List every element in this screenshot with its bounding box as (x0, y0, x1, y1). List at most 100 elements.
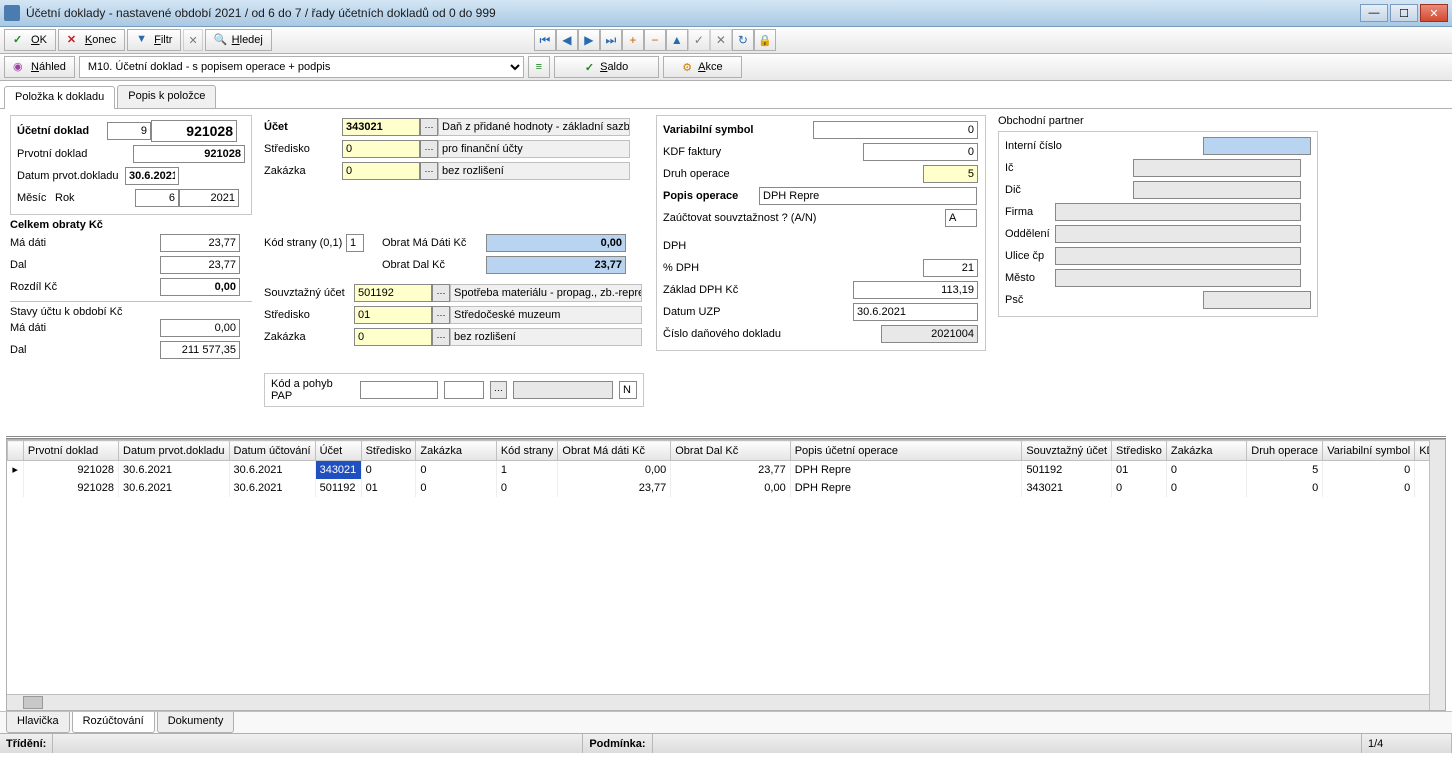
tab-polozka[interactable]: Položka k dokladu (4, 86, 115, 109)
grid-header[interactable]: Středisko (361, 441, 416, 461)
titlebar: Účetní doklady - nastavené období 2021 /… (0, 0, 1452, 27)
obrat-dal-input[interactable] (486, 256, 626, 274)
minimize-button[interactable]: — (1360, 4, 1388, 22)
kodpap-desc (513, 381, 613, 399)
grid-header[interactable]: Obrat Dal Kč (671, 441, 790, 461)
interni-input[interactable] (1203, 137, 1311, 155)
ucet-stred-label: Středisko (264, 143, 342, 155)
datum-prvot-input[interactable] (125, 167, 179, 185)
nav-lock-button[interactable]: 🔒 (754, 29, 776, 51)
status-podminka-val (653, 734, 1362, 753)
souv-ucet-input[interactable] (354, 284, 432, 302)
grid-header[interactable]: Druh operace (1247, 441, 1323, 461)
nav-next-button[interactable]: ▶ (578, 29, 600, 51)
grid-header[interactable]: Popis účetní operace (790, 441, 1022, 461)
grid-header[interactable]: Obrat Má dáti Kč (558, 441, 671, 461)
nav-confirm-button[interactable]: ✓ (688, 29, 710, 51)
filter-clear-button[interactable]: ✕ (183, 29, 202, 51)
nav-first-button[interactable]: ⏮ (534, 29, 556, 51)
ucet-lookup[interactable]: ⋯ (420, 118, 438, 136)
odd-label: Oddělení (1005, 228, 1055, 240)
btab-hlavicka[interactable]: Hlavička (6, 712, 70, 733)
data-grid[interactable]: Prvotní dokladDatum prvot.dokladuDatum ú… (7, 440, 1445, 497)
souv-stred-input[interactable] (354, 306, 432, 324)
souv-ucet-lookup[interactable]: ⋯ (432, 284, 450, 302)
popis-input[interactable] (759, 187, 977, 205)
grid-header[interactable]: Zakázka (416, 441, 496, 461)
table-row[interactable]: 92102830.6.202130.6.2021501192010023,770… (8, 479, 1445, 497)
table-row[interactable]: ▸92102830.6.202130.6.20213430210010,0023… (8, 461, 1445, 479)
zaklad-input[interactable] (853, 281, 978, 299)
btab-rozuct[interactable]: Rozúčtování (72, 712, 155, 733)
akce-button[interactable]: ⚙Akce (663, 56, 741, 78)
souv-zak-input[interactable] (354, 328, 432, 346)
nav-del-button[interactable]: − (644, 29, 666, 51)
mesic-label: Měsíc (17, 192, 55, 204)
hledej-button[interactable]: 🔍Hledej (205, 29, 272, 51)
nav-cancel-button[interactable]: ✕ (710, 29, 732, 51)
prvotni-doklad-input[interactable] (133, 145, 245, 163)
grid-hscroll[interactable] (7, 694, 1429, 710)
datum-prvot-label: Datum prvot.dokladu (17, 170, 125, 182)
nav-last-button[interactable]: ⏭ (600, 29, 622, 51)
ucet-input[interactable] (342, 118, 420, 136)
close-button[interactable]: ✕ (1420, 4, 1448, 22)
nav-add-button[interactable]: + (622, 29, 644, 51)
maximize-button[interactable]: ☐ (1390, 4, 1418, 22)
konec-button[interactable]: ✕Konec (58, 29, 125, 51)
nav-prev-button[interactable]: ◀ (556, 29, 578, 51)
madati-label: Má dáti (10, 237, 160, 249)
ucet-stred-lookup[interactable]: ⋯ (420, 140, 438, 158)
mesic-input[interactable] (135, 189, 179, 207)
kdf-input[interactable] (863, 143, 978, 161)
kodstrany-input[interactable] (346, 234, 364, 252)
obraty-rozdil (160, 278, 240, 296)
grid-vscroll[interactable] (1429, 440, 1445, 710)
nav-up-button[interactable]: ▲ (666, 29, 688, 51)
tab-popis[interactable]: Popis k položce (117, 85, 216, 108)
check-icon: ✓ (585, 61, 594, 74)
template-select[interactable]: M10. Účetní doklad - s popisem operace +… (79, 56, 524, 78)
grid-header[interactable]: Variabilní symbol (1323, 441, 1415, 461)
nahled-button[interactable]: ◉Náhled (4, 56, 75, 78)
grid-header[interactable]: Datum prvot.dokladu (119, 441, 230, 461)
odd-input (1055, 225, 1301, 243)
ucet-zak-input[interactable] (342, 162, 420, 180)
form-area: Účetní doklad Prvotní doklad Datum prvot… (0, 109, 1452, 435)
pctdph-input[interactable] (923, 259, 978, 277)
kodpap-n[interactable] (619, 381, 637, 399)
saldo-button[interactable]: ✓Saldo (554, 56, 659, 78)
grid-header[interactable]: Účet (315, 441, 361, 461)
rok-input[interactable] (179, 189, 239, 207)
grid-header[interactable]: Středisko (1112, 441, 1167, 461)
grid-header[interactable] (8, 441, 24, 461)
grid-header[interactable]: Prvotní doklad (23, 441, 118, 461)
zauct-input[interactable] (945, 209, 977, 227)
ucet-stred-desc: pro finanční účty (438, 140, 630, 158)
druh-input[interactable] (923, 165, 978, 183)
filtr-button[interactable]: ▼Filtr (127, 29, 181, 51)
souv-stred-lookup[interactable]: ⋯ (432, 306, 450, 324)
nav-refresh-button[interactable]: ↻ (732, 29, 754, 51)
vs-input[interactable] (813, 121, 978, 139)
list-button[interactable]: ≡ (528, 56, 550, 78)
kodpap-lookup[interactable]: ⋯ (490, 381, 507, 399)
uzp-input[interactable] (853, 303, 978, 321)
ok-button[interactable]: ✓OOKK (4, 29, 56, 51)
souv-zak-lookup[interactable]: ⋯ (432, 328, 450, 346)
grid-header[interactable]: Zakázka (1166, 441, 1246, 461)
ucet-stred-input[interactable] (342, 140, 420, 158)
grid-header[interactable]: Datum účtování (229, 441, 315, 461)
grid-header[interactable]: Kód strany (496, 441, 558, 461)
kodpap-input2[interactable] (444, 381, 484, 399)
kodpap-input1[interactable] (360, 381, 438, 399)
doklad-seq-input[interactable] (107, 122, 151, 140)
btab-dokumenty[interactable]: Dokumenty (157, 712, 235, 733)
obrat-md-input[interactable] (486, 234, 626, 252)
doklad-num-input[interactable] (151, 120, 237, 142)
kodpap-label: Kód a pohyb PAP (271, 378, 354, 402)
eye-icon: ◉ (13, 60, 27, 74)
x-icon: ✕ (67, 33, 81, 47)
ucet-zak-lookup[interactable]: ⋯ (420, 162, 438, 180)
grid-header[interactable]: Souvztažný účet (1022, 441, 1112, 461)
